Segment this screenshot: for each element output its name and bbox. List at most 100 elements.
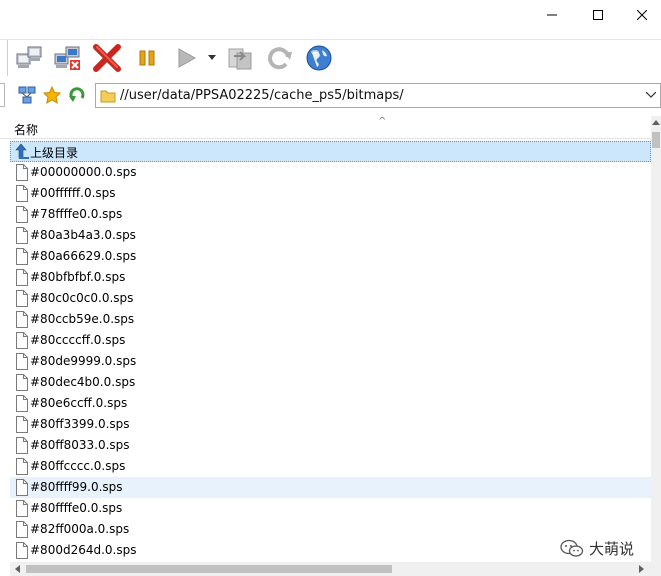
maximize-button[interactable] [575, 0, 621, 30]
file-name: #80ccccff.0.sps [30, 333, 126, 347]
file-icon [16, 269, 28, 286]
play-icon [178, 48, 197, 68]
file-row[interactable]: #80de9999.0.sps [10, 351, 651, 372]
title-bar [0, 0, 661, 30]
file-row[interactable]: #82ff000a.0.sps [10, 519, 651, 540]
back-button[interactable] [66, 84, 88, 106]
pause-icon [139, 50, 155, 66]
file-icon [16, 416, 28, 433]
scrollbar-corner [0, 562, 10, 576]
file-icon [16, 248, 28, 265]
file-icon [16, 332, 28, 349]
file-name: #80de9999.0.sps [30, 354, 137, 368]
file-name: #80ff3399.0.sps [30, 417, 130, 431]
transfer-icon [228, 48, 252, 70]
file-row[interactable]: #80e6ccff.0.sps [10, 393, 651, 414]
chevron-down-icon[interactable] [646, 92, 656, 98]
file-name: #80ccb59e.0.sps [30, 312, 135, 326]
file-row[interactable]: #78ffffe0.0.sps [10, 204, 651, 225]
back-arrow-icon [69, 87, 85, 102]
wechat-icon [560, 539, 584, 557]
list-header: 名称 ^ [0, 115, 651, 139]
close-button[interactable] [619, 0, 661, 30]
path-combobox[interactable]: //user/data/PPSA02225/cache_ps5/bitmaps/ [95, 83, 661, 108]
file-icon [16, 437, 28, 454]
maximize-icon [593, 10, 603, 20]
file-row[interactable]: #80ccccff.0.sps [10, 330, 651, 351]
connect-button[interactable] [13, 42, 47, 74]
file-row[interactable]: #80c0c0c0.0.sps [10, 288, 651, 309]
scroll-up-button[interactable] [651, 116, 661, 130]
close-icon [637, 10, 647, 20]
file-row[interactable]: #80dec4b0.0.sps [10, 372, 651, 393]
file-row[interactable]: #80a66629.0.sps [10, 246, 651, 267]
address-left-edge [0, 83, 5, 107]
star-icon [43, 86, 61, 104]
transfer-button[interactable] [224, 42, 258, 74]
file-row[interactable]: #80bfbfbf.0.sps [10, 267, 651, 288]
watermark: 大萌说 [560, 535, 660, 561]
column-header-name[interactable]: 名称 [14, 121, 38, 138]
scroll-left-arrow-icon [15, 565, 20, 573]
file-icon [16, 290, 28, 307]
file-icon [16, 185, 28, 202]
minimize-button[interactable] [529, 0, 575, 30]
file-name: #80c0c0c0.0.sps [30, 291, 134, 305]
globe-button[interactable] [302, 42, 336, 74]
refresh-icon [268, 47, 292, 70]
file-list: 上级目录 #00000000.0.sps #00ffffff.0.sps #78ff… [10, 141, 651, 561]
file-icon [16, 395, 28, 412]
scroll-right-button[interactable] [636, 563, 648, 575]
parent-directory-row[interactable]: 上级目录 [10, 141, 651, 162]
scroll-left-button[interactable] [12, 563, 24, 575]
file-row[interactable]: #80ffcccc.0.sps [10, 456, 651, 477]
file-row[interactable]: #00ffffff.0.sps [10, 183, 651, 204]
file-row[interactable]: #80ff3399.0.sps [10, 414, 651, 435]
cancel-x-icon [93, 44, 121, 72]
file-icon [16, 458, 28, 475]
scroll-right-arrow-icon [639, 565, 644, 573]
file-icon [16, 374, 28, 391]
file-name: #800d264d.0.sps [30, 543, 137, 557]
vertical-scrollbar[interactable] [651, 116, 661, 562]
play-dropdown-button[interactable] [200, 42, 226, 74]
file-row[interactable]: #80ffffe0.0.sps [10, 498, 651, 519]
file-row[interactable]: #80ccb59e.0.sps [10, 309, 651, 330]
network-button[interactable] [16, 84, 38, 106]
watermark-text: 大萌说 [589, 539, 635, 558]
file-icon [16, 227, 28, 244]
file-icon [16, 311, 28, 328]
file-row[interactable]: #80ff8033.0.sps [10, 435, 651, 456]
refresh-button[interactable] [263, 42, 297, 74]
file-name: #00000000.0.sps [30, 165, 137, 179]
file-row[interactable]: #80a3b4a3.0.sps [10, 225, 651, 246]
file-icon [16, 353, 28, 370]
dropdown-arrow-icon [208, 55, 216, 60]
globe-icon [306, 45, 332, 71]
vertical-scroll-thumb[interactable] [652, 132, 660, 148]
sort-ascending-icon: ^ [378, 116, 387, 127]
file-name: #80e6ccff.0.sps [30, 396, 128, 410]
file-name: #80ff8033.0.sps [30, 438, 130, 452]
parent-directory-label: 上级目录 [30, 146, 79, 160]
pause-button[interactable] [130, 42, 164, 74]
path-text[interactable]: //user/data/PPSA02225/cache_ps5/bitmaps/ [120, 88, 404, 103]
file-name: #82ff000a.0.sps [30, 522, 130, 536]
file-name: #80dec4b0.0.sps [30, 375, 136, 389]
file-row[interactable]: #80ffff99.0.sps [10, 477, 651, 498]
favorites-button[interactable] [41, 84, 63, 106]
file-icon [16, 164, 28, 181]
file-row[interactable]: #800d264d.0.sps [10, 540, 651, 561]
network-icon [18, 86, 36, 104]
file-row[interactable]: #00000000.0.sps [10, 162, 651, 183]
disconnect-button[interactable] [51, 42, 85, 74]
cancel-button[interactable] [90, 42, 124, 74]
connect-computers-icon [16, 46, 42, 68]
file-icon [16, 542, 28, 559]
file-name: #80ffff99.0.sps [30, 480, 123, 494]
play-button[interactable] [169, 42, 203, 74]
folder-icon [100, 90, 116, 103]
disconnect-computers-icon [54, 46, 80, 70]
file-icon [16, 521, 28, 538]
horizontal-scroll-thumb[interactable] [26, 565, 392, 573]
